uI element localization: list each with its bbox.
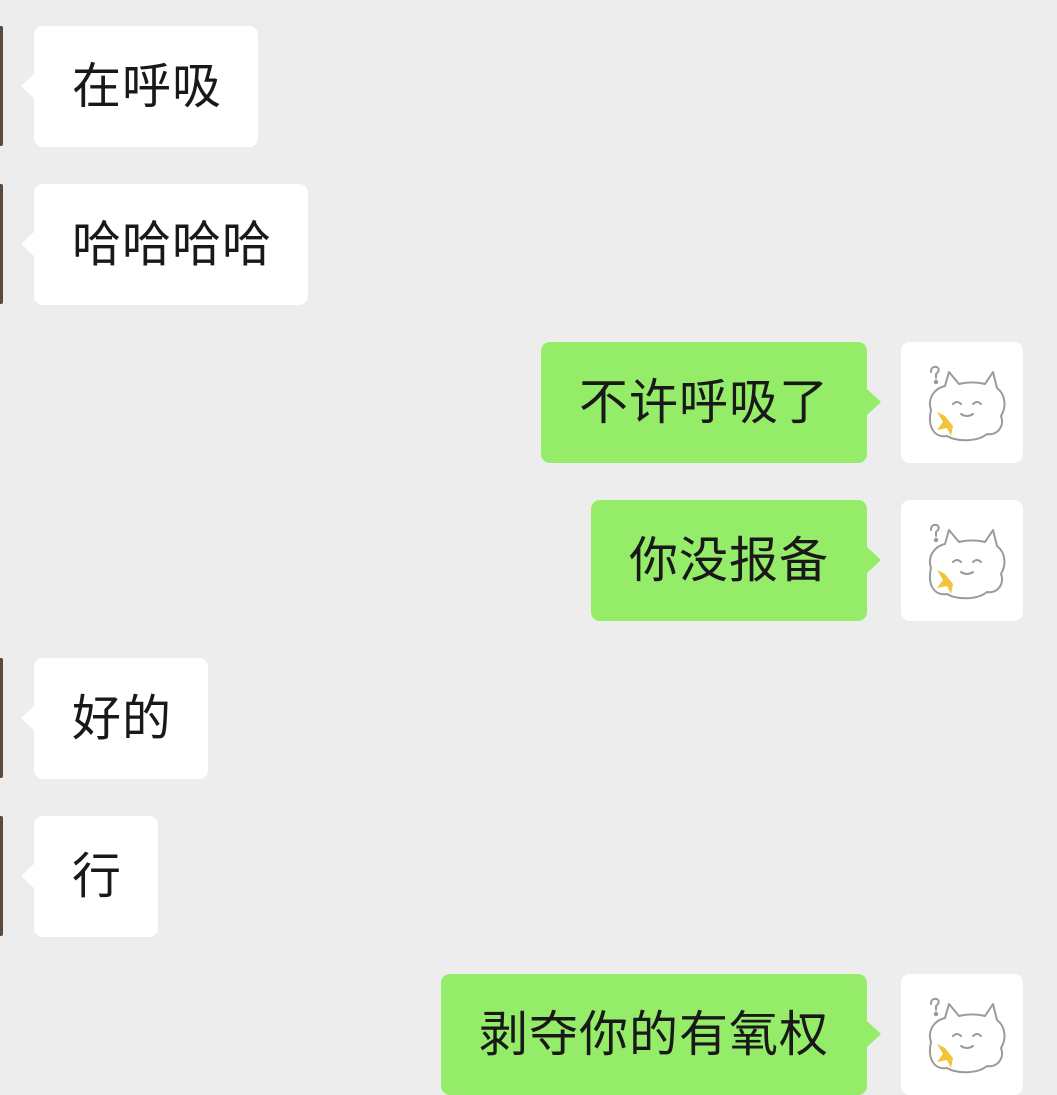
outgoing-message-bubble[interactable]: 你没报备 [590, 500, 882, 621]
incoming-message-bubble[interactable]: 好的 [20, 658, 209, 779]
message-text: 你没报备 [628, 532, 829, 589]
sender-avatar-edge[interactable] [0, 658, 3, 778]
message-text: 在呼吸 [72, 58, 223, 115]
message-text: 好的 [72, 690, 173, 747]
chat-message-list[interactable]: 在呼吸 哈哈哈哈 不许呼吸了 你没报备 好的 行 剥夺你的有氧权 [0, 0, 1057, 1095]
cat-avatar-icon [929, 365, 1006, 442]
sender-avatar-edge[interactable] [0, 184, 3, 304]
message-text: 哈哈哈哈 [72, 216, 273, 273]
self-avatar[interactable] [901, 974, 1023, 1095]
message-text: 剥夺你的有氧权 [478, 1006, 829, 1063]
incoming-message-bubble[interactable]: 在呼吸 [20, 26, 259, 147]
message-text: 行 [72, 848, 123, 905]
sender-avatar-edge[interactable] [0, 26, 3, 146]
incoming-message-bubble[interactable]: 哈哈哈哈 [20, 184, 309, 305]
cat-avatar-icon [929, 997, 1006, 1074]
self-avatar[interactable] [901, 500, 1023, 621]
cat-avatar-icon [929, 523, 1006, 600]
message-text: 不许呼吸了 [578, 374, 829, 431]
incoming-message-bubble[interactable]: 行 [20, 816, 159, 937]
sender-avatar-edge[interactable] [0, 816, 3, 936]
self-avatar[interactable] [901, 342, 1023, 463]
outgoing-message-bubble[interactable]: 不许呼吸了 [540, 342, 882, 463]
outgoing-message-bubble[interactable]: 剥夺你的有氧权 [440, 974, 882, 1095]
